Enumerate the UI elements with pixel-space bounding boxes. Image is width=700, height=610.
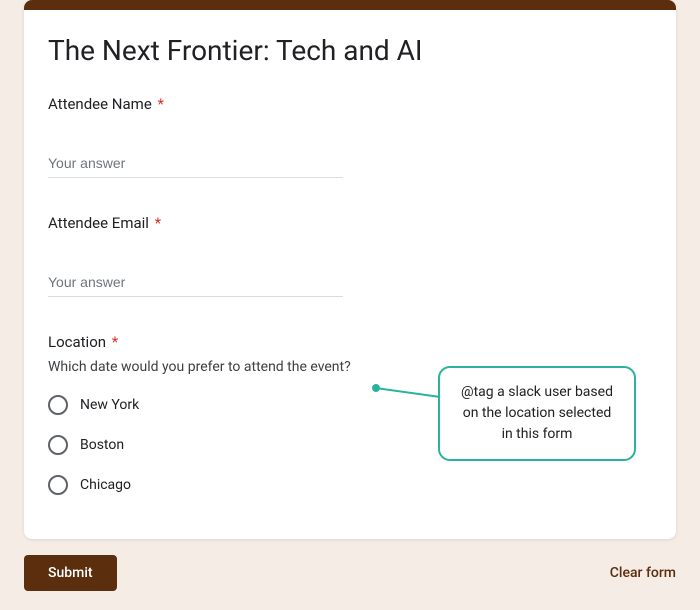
radio-circle-icon <box>48 435 68 455</box>
clear-form-link[interactable]: Clear form <box>610 565 676 581</box>
required-asterisk: * <box>112 333 118 351</box>
radio-option-newyork[interactable]: New York <box>48 395 652 415</box>
form-footer: Submit Clear form <box>24 555 676 591</box>
form-title: The Next Frontier: Tech and AI <box>48 34 652 67</box>
radio-option-boston[interactable]: Boston <box>48 435 652 455</box>
attendee-name-input[interactable] <box>48 149 343 178</box>
form-content: The Next Frontier: Tech and AI Attendee … <box>24 10 676 539</box>
form-accent-bar <box>24 0 676 10</box>
radio-label: Chicago <box>80 477 131 493</box>
label-text: Attendee Name <box>48 95 152 113</box>
location-description: Which date would you prefer to attend th… <box>48 359 652 375</box>
required-asterisk: * <box>158 95 164 113</box>
location-radio-group: New York Boston Chicago <box>48 395 652 495</box>
required-asterisk: * <box>155 214 161 232</box>
attendee-email-field: Attendee Email * <box>48 214 652 297</box>
attendee-email-input[interactable] <box>48 268 343 297</box>
location-label: Location * <box>48 333 652 351</box>
label-text: Attendee Email <box>48 214 149 232</box>
radio-circle-icon <box>48 395 68 415</box>
submit-button[interactable]: Submit <box>24 555 117 591</box>
label-text: Location <box>48 333 106 351</box>
form-card: The Next Frontier: Tech and AI Attendee … <box>24 0 676 539</box>
radio-label: New York <box>80 397 139 413</box>
radio-label: Boston <box>80 437 124 453</box>
attendee-name-field: Attendee Name * <box>48 95 652 178</box>
location-field: Location * Which date would you prefer t… <box>48 333 652 495</box>
attendee-email-label: Attendee Email * <box>48 214 652 232</box>
attendee-name-label: Attendee Name * <box>48 95 652 113</box>
radio-circle-icon <box>48 475 68 495</box>
radio-option-chicago[interactable]: Chicago <box>48 475 652 495</box>
